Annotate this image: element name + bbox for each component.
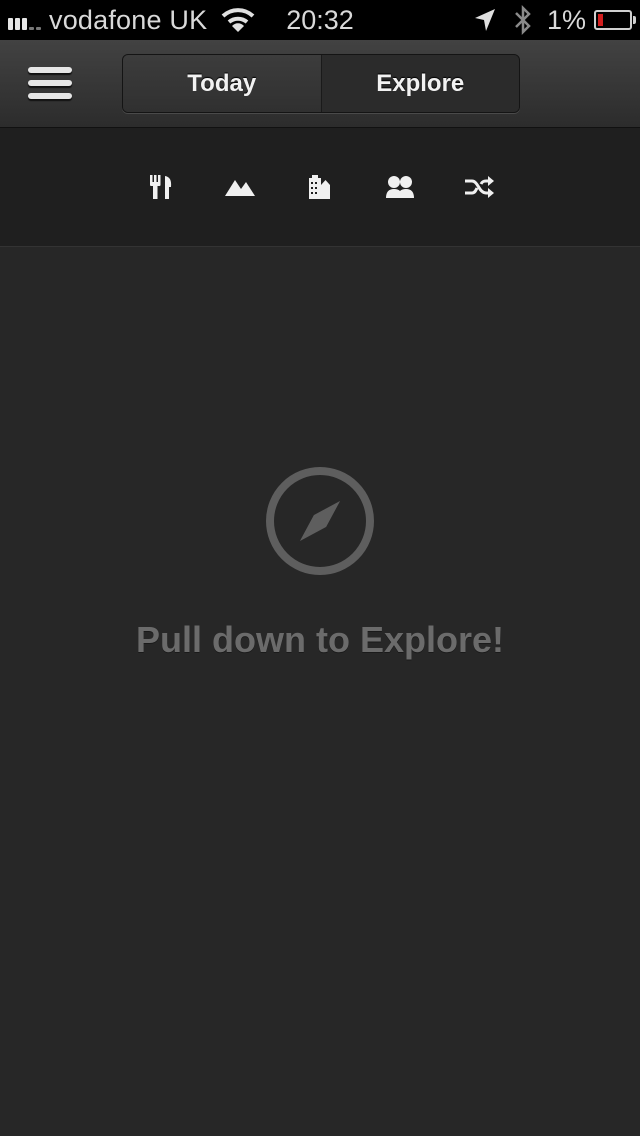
compass-icon [266, 467, 374, 575]
people-icon[interactable] [380, 170, 420, 204]
hamburger-line [28, 67, 72, 73]
empty-state-message: Pull down to Explore! [136, 619, 504, 660]
tab-today[interactable]: Today [123, 55, 322, 112]
category-filter-bar [0, 128, 640, 247]
segmented-control: Today Explore [122, 54, 520, 113]
navigation-bar: Today Explore [0, 40, 640, 128]
location-arrow-icon [474, 9, 495, 31]
empty-state: Pull down to Explore! [0, 247, 640, 1136]
food-utensils-icon[interactable] [141, 170, 181, 204]
status-bar: vodafone UK 20:32 1% [0, 0, 640, 40]
battery-level [598, 14, 603, 26]
shuffle-icon[interactable] [459, 170, 499, 204]
menu-button[interactable] [26, 62, 74, 104]
status-right: 1% [473, 0, 636, 40]
bluetooth-icon [515, 4, 531, 36]
battery-percent: 1% [546, 4, 586, 35]
buildings-icon[interactable] [300, 170, 340, 204]
battery-icon [594, 10, 636, 30]
hamburger-line [28, 80, 72, 86]
tab-explore[interactable]: Explore [321, 55, 519, 112]
screen: vodafone UK 20:32 1% Today Explore Pull … [0, 0, 640, 1136]
mountains-icon[interactable] [220, 170, 260, 204]
hamburger-line [28, 93, 72, 99]
